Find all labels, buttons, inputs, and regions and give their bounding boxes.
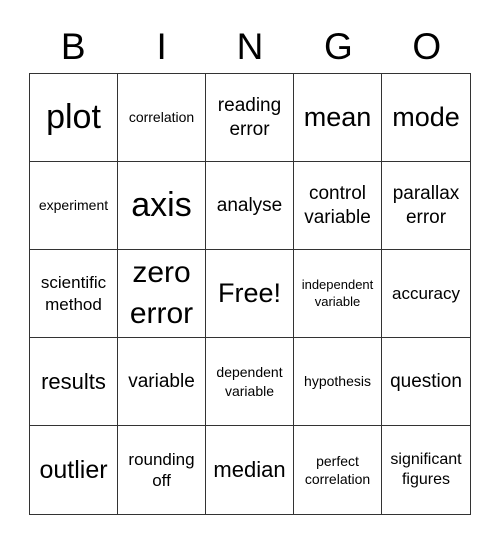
bingo-cell[interactable]: results <box>30 338 118 426</box>
bingo-cell[interactable]: experiment <box>30 162 118 250</box>
bingo-cell[interactable]: analyse <box>206 162 294 250</box>
bingo-cell[interactable]: rounding off <box>118 426 206 514</box>
header-letter-g: G <box>324 26 353 67</box>
bingo-cell[interactable]: question <box>382 338 470 426</box>
bingo-cell[interactable]: independent variable <box>294 250 382 338</box>
bingo-cell[interactable]: outlier <box>30 426 118 514</box>
bingo-cell[interactable]: correlation <box>118 74 206 162</box>
header-letter-b: B <box>60 26 86 67</box>
bingo-cell[interactable]: variable <box>118 338 206 426</box>
header-letter-n: N <box>236 26 264 67</box>
bingo-cell[interactable]: mean <box>294 74 382 162</box>
bingo-board: plot correlation reading error mean mode… <box>29 73 471 515</box>
bingo-header: B I N G O <box>29 22 471 72</box>
bingo-cell[interactable]: plot <box>30 74 118 162</box>
bingo-cell[interactable]: perfect correlation <box>294 426 382 514</box>
bingo-cell[interactable]: median <box>206 426 294 514</box>
bingo-cell[interactable]: scientific method <box>30 250 118 338</box>
bingo-cell[interactable]: significant figures <box>382 426 470 514</box>
bingo-cell[interactable]: reading error <box>206 74 294 162</box>
bingo-cell[interactable]: zero error <box>118 250 206 338</box>
bingo-cell[interactable]: axis <box>118 162 206 250</box>
bingo-cell[interactable]: dependent variable <box>206 338 294 426</box>
bingo-cell[interactable]: control variable <box>294 162 382 250</box>
bingo-cell[interactable]: hypothesis <box>294 338 382 426</box>
bingo-cell[interactable]: accuracy <box>382 250 470 338</box>
free-space-cell[interactable]: Free! <box>206 250 294 338</box>
header-letter-o: O <box>412 26 442 67</box>
header-letter-i: I <box>156 26 167 67</box>
bingo-cell[interactable]: parallax error <box>382 162 470 250</box>
bingo-cell[interactable]: mode <box>382 74 470 162</box>
